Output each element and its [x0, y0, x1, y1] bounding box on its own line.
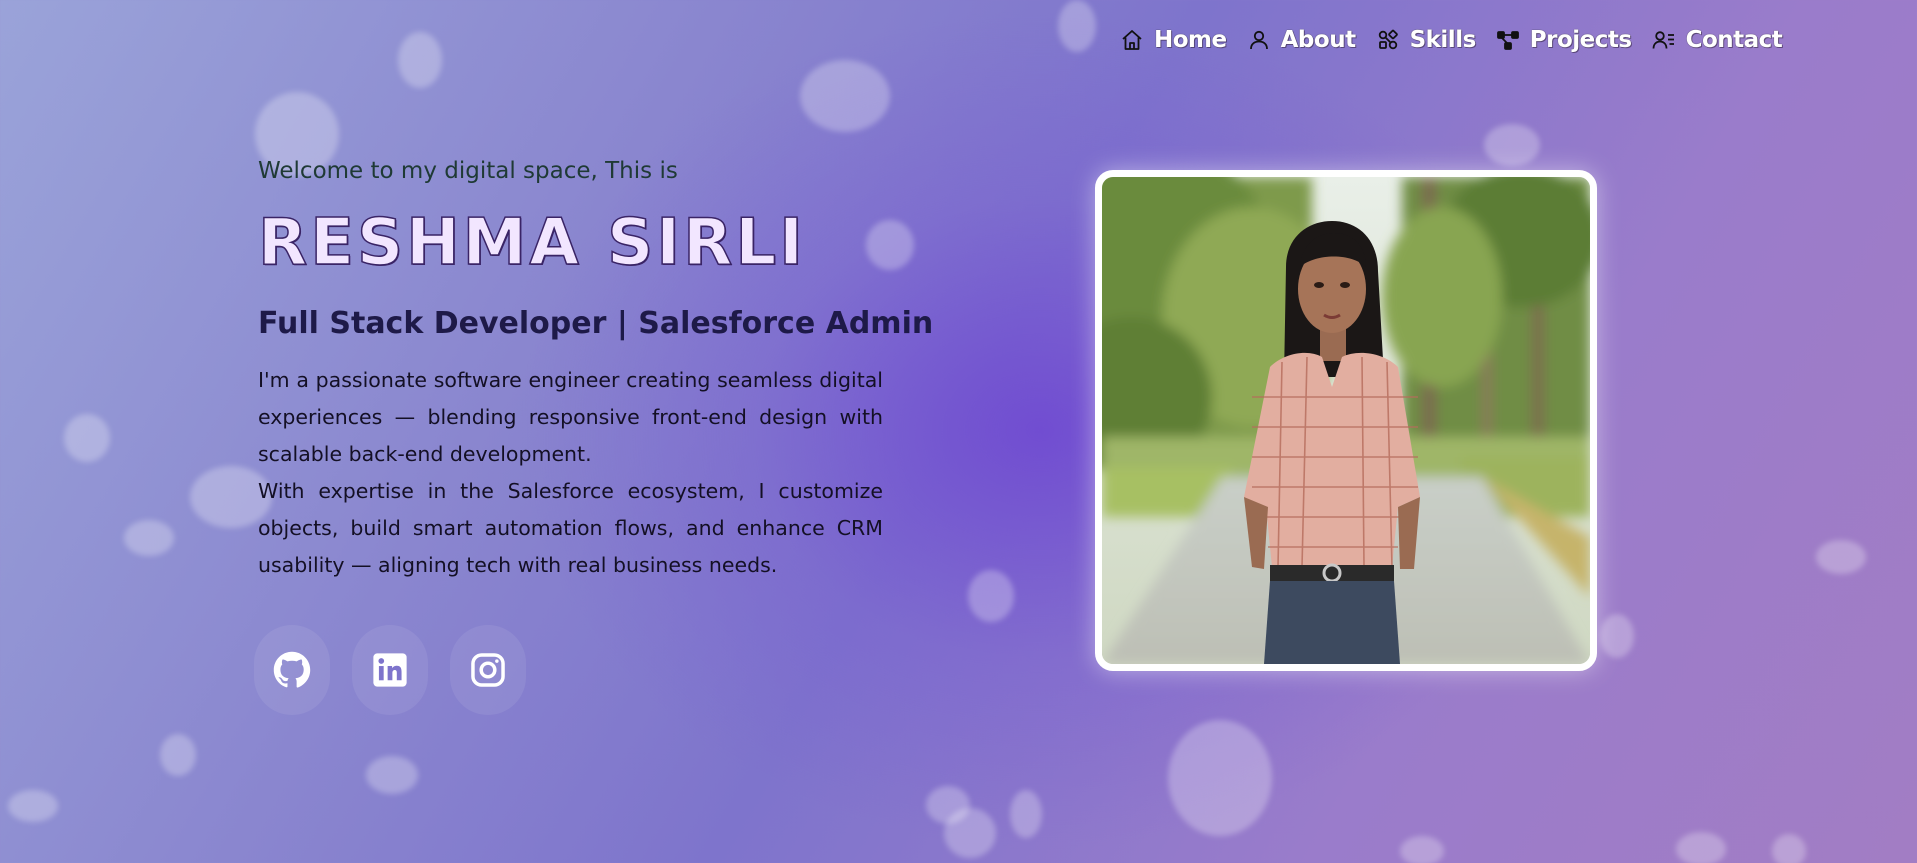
instagram-link[interactable] — [450, 625, 526, 715]
github-icon — [273, 651, 311, 688]
nav-item-skills[interactable]: Skills — [1376, 27, 1476, 53]
hero-description: I'm a passionate software engineer creat… — [258, 362, 883, 584]
nav-item-projects[interactable]: Projects — [1496, 27, 1632, 53]
nav-label-contact: Contact — [1685, 27, 1783, 53]
nav-item-home[interactable]: Home — [1120, 27, 1227, 53]
nav-item-contact[interactable]: Contact — [1652, 27, 1783, 53]
nav-item-about[interactable]: About — [1247, 27, 1356, 53]
user-icon — [1249, 30, 1268, 50]
nav-label-skills: Skills — [1409, 27, 1477, 53]
social-links — [254, 625, 526, 715]
linkedin-link[interactable] — [352, 625, 428, 715]
main-nav: Home About Skills Projects Contact — [1120, 24, 1783, 56]
skills-icon — [1378, 29, 1398, 50]
contact-icon — [1652, 31, 1674, 49]
projects-icon — [1496, 31, 1519, 50]
hero-name: RESHMA SIRLI — [257, 205, 806, 281]
description-paragraph-1: I'm a passionate software engineer creat… — [258, 368, 883, 466]
profile-photo — [1095, 170, 1597, 671]
hero-role: Full Stack Developer | Salesforce Admin — [258, 306, 934, 341]
welcome-text: Welcome to my digital space, This is — [258, 158, 678, 184]
nav-label-projects: Projects — [1529, 27, 1632, 53]
github-link[interactable] — [254, 625, 330, 715]
linkedin-icon — [373, 653, 407, 687]
description-paragraph-2: With expertise in the Salesforce ecosyst… — [258, 479, 883, 577]
home-icon — [1122, 30, 1142, 50]
profile-photo-illustration — [1102, 177, 1590, 664]
nav-label-home: Home — [1154, 27, 1227, 53]
instagram-icon — [471, 653, 505, 687]
nav-label-about: About — [1280, 27, 1356, 53]
